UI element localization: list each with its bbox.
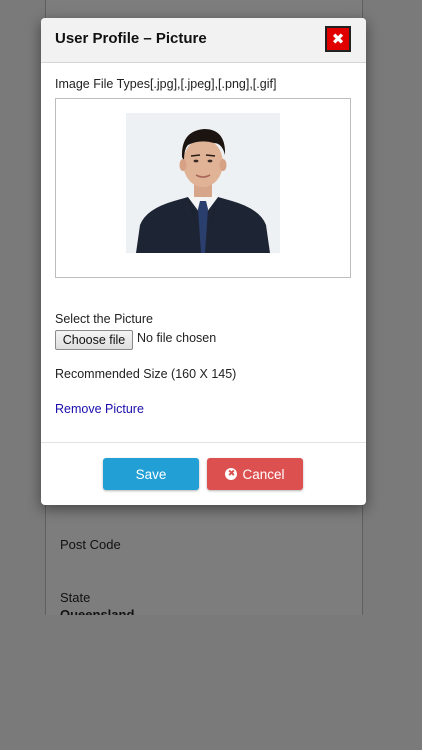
modal-title: User Profile – Picture: [55, 30, 207, 47]
select-picture-label: Select the Picture: [55, 312, 153, 326]
close-icon: ✖: [331, 30, 345, 48]
choose-file-button[interactable]: Choose file: [55, 330, 133, 350]
cancel-button[interactable]: ✖ Cancel: [207, 458, 303, 490]
cancel-circle-icon: ✖: [225, 468, 238, 480]
remove-picture-link[interactable]: Remove Picture: [55, 402, 144, 416]
recommended-size-label: Recommended Size (160 X 145): [55, 367, 237, 381]
profile-picture-modal: User Profile – Picture ✖ Image File Type…: [41, 18, 366, 505]
file-types-label: Image File Types[.jpg],[.jpeg],[.png],[.…: [55, 77, 277, 91]
background-lower-area: [0, 615, 422, 750]
picture-preview-box: [55, 98, 351, 278]
modal-header: User Profile – Picture ✖: [41, 18, 366, 63]
no-file-chosen-text: No file chosen: [137, 331, 217, 345]
close-button[interactable]: ✖: [325, 26, 351, 52]
save-button-label: Save: [135, 466, 167, 482]
post-code-label: Post Code: [60, 537, 121, 552]
cancel-button-label: Cancel: [242, 466, 285, 482]
profile-photo: [126, 113, 280, 253]
save-button[interactable]: Save: [103, 458, 199, 490]
state-label: State: [60, 590, 91, 605]
footer-divider: [41, 442, 366, 443]
